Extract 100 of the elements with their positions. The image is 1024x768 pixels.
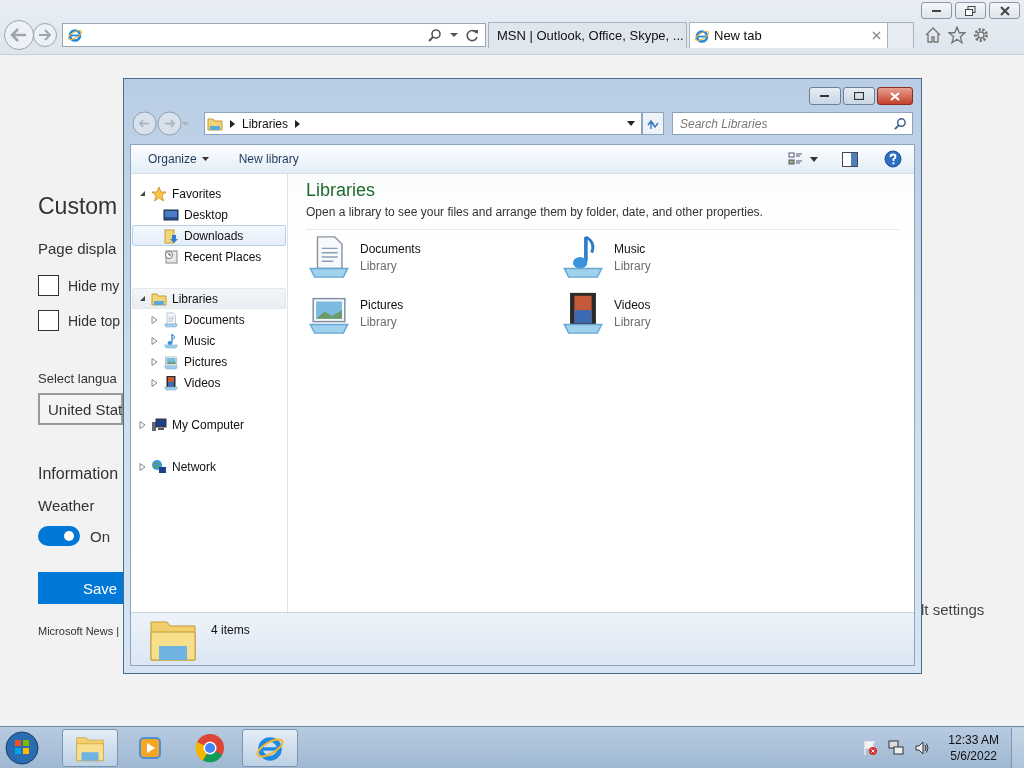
picture-icon [163, 353, 179, 370]
clock-date[interactable]: 5/6/2022 [950, 747, 997, 764]
taskbar-button[interactable] [62, 728, 118, 767]
library-folder-icon [151, 290, 167, 307]
nav-item[interactable]: Downloads [132, 225, 286, 246]
recent-places-icon [163, 248, 179, 265]
dropdown-arrow-icon[interactable] [810, 156, 818, 162]
restore-button[interactable] [955, 2, 986, 19]
browser-tab[interactable]: MSN | Outlook, Office, Skype, ... [488, 22, 687, 48]
checkbox-label: Hide top [68, 312, 121, 329]
search-field[interactable]: Search Libraries [672, 112, 913, 135]
address-field[interactable] [62, 23, 486, 47]
nav-item[interactable]: My Computer [132, 414, 286, 435]
maximize-button[interactable] [843, 87, 875, 105]
dropdown-arrow-icon[interactable] [450, 32, 458, 38]
refresh-button[interactable] [642, 112, 664, 135]
speaker-icon[interactable] [914, 739, 931, 756]
settings-icon[interactable] [972, 26, 990, 44]
settings-link[interactable]: lt settings [921, 601, 985, 618]
page-heading: Custom [38, 192, 118, 221]
collapsed-arrow-icon[interactable] [151, 315, 158, 324]
e-logo-icon [694, 27, 710, 44]
expanded-arrow-icon[interactable] [139, 295, 146, 302]
start-button[interactable] [4, 729, 40, 766]
star-icon [151, 185, 167, 202]
minimize-button[interactable] [921, 2, 952, 19]
checkbox[interactable] [38, 275, 59, 296]
toolbar-button[interactable]: New library [230, 149, 307, 169]
address-bar[interactable]: Libraries [204, 112, 642, 135]
preview-pane-icon[interactable] [842, 151, 858, 167]
language-dropdown[interactable]: United Stat [38, 393, 123, 425]
refresh-icon[interactable] [646, 117, 660, 130]
play-icon [137, 734, 163, 761]
music-note-icon [163, 332, 179, 349]
view-options-icon[interactable] [788, 151, 804, 167]
caret-icon [201, 157, 209, 161]
document-icon [163, 311, 179, 328]
breadcrumb-item[interactable]: Libraries [242, 116, 289, 131]
collapsed-arrow-icon[interactable] [139, 462, 146, 471]
nav-item[interactable]: Videos [132, 372, 286, 393]
toolbar-button[interactable]: Organize [140, 149, 217, 169]
collapsed-arrow-icon[interactable] [151, 357, 158, 366]
browser-circle-icon [195, 732, 225, 763]
checkbox-label: Hide my [68, 277, 120, 294]
nav-item[interactable]: Network [132, 456, 286, 477]
library-item[interactable]: Pictures Library [306, 290, 560, 336]
nav-item[interactable]: Documents [132, 309, 286, 330]
item-count: 4 items [211, 623, 250, 637]
favorites-star-icon[interactable] [948, 26, 966, 44]
browser-tab[interactable]: New tab [689, 22, 888, 48]
film-strip-icon [163, 374, 179, 391]
save-button[interactable]: Save [38, 572, 123, 604]
field-label: Select langua [38, 371, 117, 386]
collapsed-arrow-icon[interactable] [151, 336, 158, 345]
library-item[interactable]: Music Library [560, 234, 814, 280]
e-logo-icon [67, 27, 83, 43]
refresh-icon[interactable] [466, 28, 479, 42]
nav-item[interactable]: Favorites [132, 183, 286, 204]
library-item[interactable]: Videos Library [560, 290, 814, 336]
search-icon[interactable] [894, 117, 907, 130]
section-heading: Page displa [38, 239, 117, 259]
nav-item[interactable]: Desktop [132, 204, 286, 225]
section-heading: Information [38, 464, 119, 484]
restore-icon[interactable] [965, 5, 976, 16]
toggle-label: On [90, 527, 110, 545]
description-text: Open a library to see your files and arrange them by folder, date, and other properties. [306, 201, 900, 230]
help-icon[interactable] [884, 150, 902, 168]
nav-item[interactable]: Libraries [132, 288, 286, 309]
flag-icon[interactable] [862, 739, 879, 756]
collapsed-arrow-icon[interactable] [151, 378, 158, 387]
maximize-icon[interactable] [854, 92, 864, 100]
content-heading: Libraries [306, 179, 377, 201]
network-status-icon[interactable] [888, 739, 905, 756]
breadcrumb-arrow-icon[interactable] [295, 119, 301, 128]
breadcrumb-arrow-icon[interactable] [230, 119, 235, 128]
nav-item[interactable]: Pictures [132, 351, 286, 372]
collapsed-arrow-icon[interactable] [139, 420, 146, 429]
nav-item[interactable]: Recent Places [132, 246, 286, 267]
taskbar-button[interactable] [242, 728, 298, 767]
expanded-arrow-icon[interactable] [139, 190, 146, 197]
download-folder-icon [163, 227, 179, 244]
clock-time[interactable]: 12:33 AM [948, 731, 999, 748]
home-icon[interactable] [924, 26, 942, 44]
toggle-switch[interactable] [38, 526, 80, 546]
network-icon [151, 458, 167, 475]
footer-text: Microsoft News | [38, 625, 120, 637]
close-tab-icon[interactable] [872, 31, 881, 40]
close-button[interactable] [877, 87, 913, 105]
search-icon[interactable] [428, 28, 442, 42]
computer-icon [151, 416, 167, 433]
library-folder-icon [207, 115, 223, 132]
checkbox[interactable] [38, 310, 59, 331]
nav-item[interactable]: Music [132, 330, 286, 351]
close-button[interactable] [989, 2, 1020, 19]
dropdown-arrow-icon[interactable] [627, 121, 635, 126]
setting-label: Weather [38, 497, 95, 514]
minimize-icon[interactable] [820, 94, 830, 98]
minimize-button[interactable] [809, 87, 841, 105]
close-icon[interactable] [999, 5, 1010, 16]
library-item[interactable]: Documents Library [306, 234, 560, 280]
